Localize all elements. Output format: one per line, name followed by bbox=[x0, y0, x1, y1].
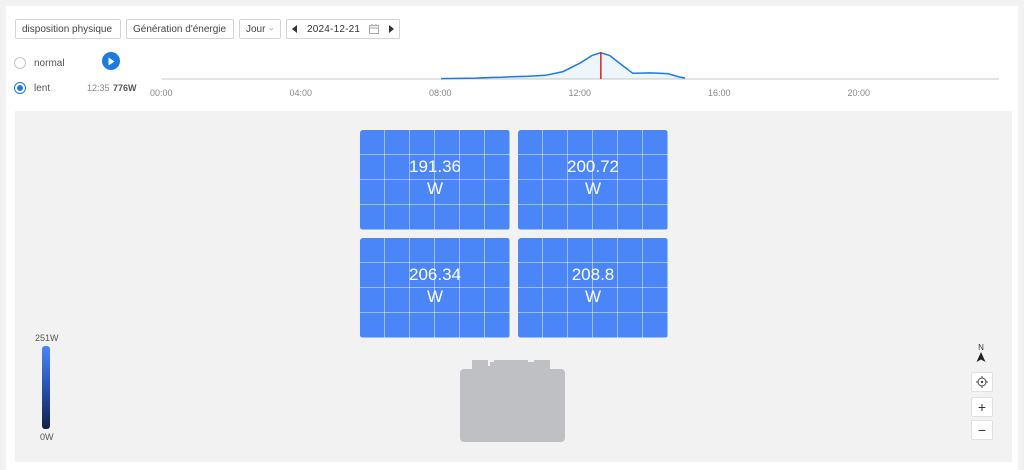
layout-select-value: disposition physique bbox=[22, 23, 113, 35]
chevron-down-icon bbox=[269, 27, 274, 31]
caret-right-icon bbox=[389, 25, 394, 33]
north-arrow-icon bbox=[976, 352, 986, 362]
panel-2-value: 200.72 bbox=[567, 157, 619, 176]
play-icon bbox=[108, 57, 115, 65]
solar-panel-2[interactable]: 200.72 W bbox=[518, 130, 668, 230]
radio-slow-circle[interactable] bbox=[14, 82, 26, 94]
radio-normal-label: normal bbox=[34, 57, 65, 69]
caret-left-icon bbox=[292, 25, 297, 33]
prev-day-button[interactable] bbox=[287, 20, 303, 38]
current-power: 776W bbox=[113, 83, 137, 93]
calendar-icon bbox=[369, 24, 379, 34]
legend-min: 0W bbox=[40, 432, 54, 442]
radio-normal-circle[interactable] bbox=[14, 57, 26, 69]
north-label: N bbox=[978, 343, 984, 352]
panel-3-unit: W bbox=[426, 287, 444, 306]
period-select[interactable]: Jour bbox=[239, 19, 281, 39]
zoom-in-icon: + bbox=[977, 399, 987, 415]
next-day-button[interactable] bbox=[383, 20, 399, 38]
play-button[interactable] bbox=[102, 52, 120, 70]
solar-panel-4[interactable]: 208.8 W bbox=[518, 238, 668, 338]
zoom-in-button[interactable]: + bbox=[971, 397, 993, 417]
zoom-out-icon: − bbox=[977, 422, 987, 438]
radio-slow[interactable]: lent bbox=[14, 82, 50, 94]
metric-select[interactable]: Génération d'énergie bbox=[126, 19, 234, 39]
timeline-tick-label: 00:00 bbox=[150, 88, 173, 98]
legend-max: 251W bbox=[35, 333, 59, 343]
locate-button[interactable] bbox=[971, 372, 993, 392]
solar-panel-3[interactable]: 206.34 W bbox=[360, 238, 510, 338]
panel-1-value: 191.36 bbox=[409, 157, 461, 176]
calendar-button[interactable] bbox=[367, 20, 381, 38]
zoom-out-button[interactable]: − bbox=[971, 420, 993, 440]
microinverter-icon[interactable] bbox=[460, 354, 565, 442]
power-curve-area bbox=[441, 52, 686, 79]
panel-2-unit: W bbox=[584, 179, 602, 198]
metric-select-value: Génération d'énergie bbox=[133, 23, 227, 35]
date-picker: 2024-12-21 bbox=[286, 19, 400, 39]
period-select-value: Jour bbox=[246, 23, 266, 35]
physical-layout-canvas[interactable]: 191.36 W 200.72 W 206.34 W 208.8 W 251W … bbox=[15, 111, 1012, 462]
crosshair-icon bbox=[976, 376, 988, 388]
panel-4-value: 208.8 bbox=[571, 265, 615, 284]
radio-normal[interactable]: normal bbox=[14, 57, 65, 69]
timeline-tick-label: 08:00 bbox=[429, 88, 452, 98]
solar-panel-1[interactable]: 191.36 W bbox=[360, 130, 510, 230]
panel-4-unit: W bbox=[584, 287, 602, 306]
panel-1-unit: W bbox=[426, 179, 444, 198]
radio-slow-label: lent bbox=[34, 82, 51, 94]
legend-color-scale bbox=[42, 346, 50, 429]
compass: N bbox=[974, 343, 988, 364]
panel-3-value: 206.34 bbox=[409, 265, 461, 284]
layout-select[interactable]: disposition physique bbox=[15, 19, 121, 39]
timeline-tick-label: 16:00 bbox=[708, 88, 731, 98]
current-time: 12:35 bbox=[87, 83, 110, 93]
timeline-tick-label: 12:00 bbox=[568, 88, 592, 98]
timeline-tick-label: 04:00 bbox=[289, 88, 313, 98]
timeline-tick-label: 20:00 bbox=[847, 88, 871, 98]
date-value[interactable]: 2024-12-21 bbox=[303, 24, 367, 35]
